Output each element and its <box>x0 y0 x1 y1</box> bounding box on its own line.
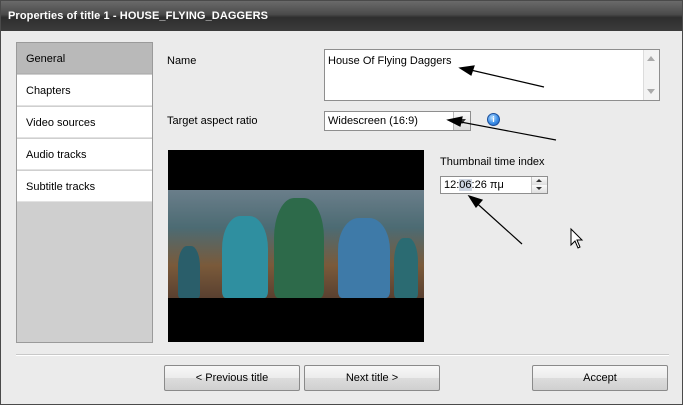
annotation-arrow-time <box>470 197 523 245</box>
mouse-cursor-icon <box>570 227 584 249</box>
annotation-arrow-aspect <box>449 119 557 141</box>
annotation-overlay <box>446 65 584 249</box>
annotation-arrowhead <box>446 116 463 127</box>
annotation-arrowhead <box>458 65 475 76</box>
annotation-arrowhead <box>467 194 484 209</box>
annotation-arrow-name <box>461 67 545 88</box>
